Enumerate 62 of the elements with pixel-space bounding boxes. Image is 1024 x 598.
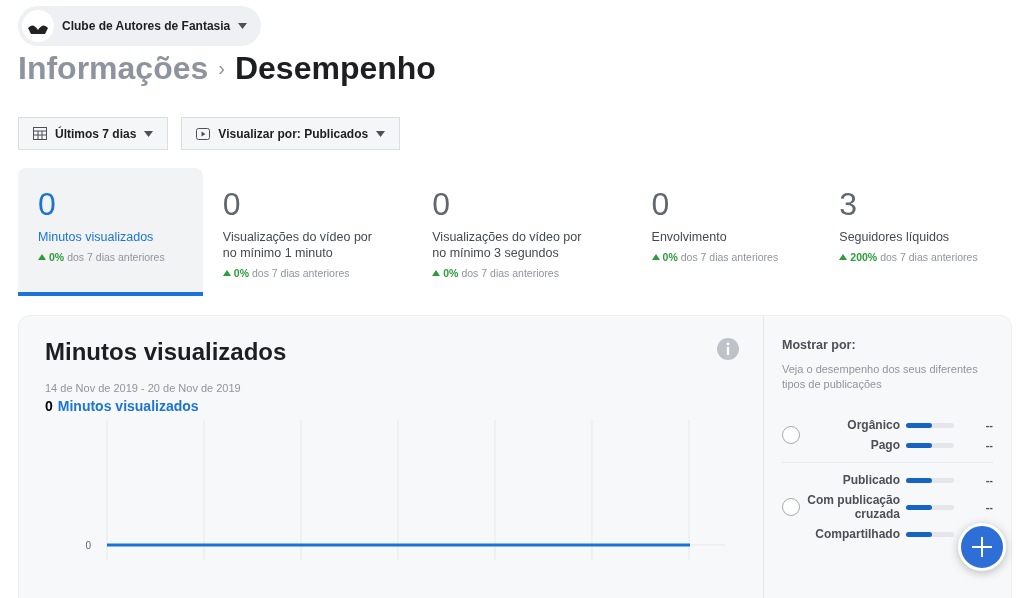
metric-value: 3 <box>839 186 859 223</box>
metric-value: 0 <box>38 186 57 223</box>
page-selector[interactable]: Clube de Autores de Fantasia <box>18 6 262 46</box>
calendar-icon <box>33 127 47 140</box>
row-value: -- <box>985 419 993 431</box>
metric-tab[interactable]: 3 Seguidores líquidos 200% dos 7 dias anteriores <box>819 168 1012 296</box>
row-label: Pago <box>869 438 900 452</box>
info-icon[interactable] <box>717 338 739 360</box>
row-value: -- <box>985 501 993 513</box>
up-arrow-icon <box>651 254 660 260</box>
filter-dropdown[interactable]: Visualizar por: Publicados <box>181 117 401 150</box>
metric-tab[interactable]: 0 Minutos visualizados 0% dos 7 dias anteriores <box>18 168 203 296</box>
metric-label: Visualizações do vídeo por no mínimo 3 segundos <box>432 229 583 261</box>
show-by-title: Mostrar por: <box>782 338 857 352</box>
caret-icon <box>144 130 154 137</box>
metric-tab[interactable]: 0 Envolvimento 0% dos 7 dias anteriores <box>631 168 820 296</box>
metric-label: Minutos visualizados <box>38 229 155 245</box>
row-label: Orgânico <box>846 418 900 432</box>
row-label: Com publicação cruzada <box>806 493 900 521</box>
chart-title: Minutos visualizados <box>45 338 287 366</box>
metric-value: 0 <box>222 186 242 223</box>
up-arrow-icon <box>839 254 848 260</box>
change-percent: 200% <box>850 251 878 263</box>
show-by-description: Veja o desempenho dos seus diferentes tipos de publicações <box>782 362 979 392</box>
metric-label: Visualizações do vídeo por no mínimo 1 minuto <box>222 229 373 261</box>
plus-icon <box>972 537 992 557</box>
row-value: -- <box>985 474 993 486</box>
row-label: Compartilhado <box>814 527 900 541</box>
metric-label: Envolvimento <box>651 229 728 245</box>
page-avatar-icon <box>22 10 54 42</box>
caret-icon <box>238 23 248 29</box>
breadcrumb-separator: › <box>218 57 225 80</box>
axis-tick-label: 0 <box>85 540 91 551</box>
comparison-text: dos 7 dias anteriores <box>67 251 165 263</box>
metric-value: 0 <box>651 186 671 223</box>
play-icon <box>196 127 211 140</box>
comparison-text: dos 7 dias anteriores <box>880 251 978 263</box>
change-percent: 0% <box>233 267 249 279</box>
metric-value: 0 <box>432 186 452 223</box>
total-value: 0 <box>45 398 53 414</box>
change-percent: 0% <box>49 251 65 263</box>
metric-label: Seguidores líquidos <box>839 229 951 245</box>
change-percent: 0% <box>662 251 678 263</box>
row-label: Publicado <box>841 473 900 487</box>
comparison-text: dos 7 dias anteriores <box>461 267 559 279</box>
up-arrow-icon <box>222 270 231 276</box>
up-arrow-icon <box>432 270 441 276</box>
comparison-text: dos 7 dias anteriores <box>680 251 779 263</box>
date-range: 14 de Nov de 2019 - 20 de Nov de 2019 <box>45 382 242 394</box>
comparison-text: dos 7 dias anteriores <box>252 267 350 279</box>
radio-button[interactable] <box>782 426 800 444</box>
row-value: -- <box>985 439 993 451</box>
up-arrow-icon <box>38 254 46 260</box>
page-name: Clube de Autores de Fantasia <box>62 19 231 33</box>
metric-tab[interactable]: 0 Visualizações do vídeo por no mínimo 1 minuto 0% dos 7 dias anteriores <box>202 168 413 296</box>
page-title: Desempenho <box>234 50 436 87</box>
caret-icon <box>376 130 386 137</box>
change-percent: 0% <box>443 267 459 279</box>
radio-button[interactable] <box>782 498 800 516</box>
metric-tab[interactable]: 0 Visualizações do vídeo por no mínimo 3 segundos 0% dos 7 dias anteriores <box>412 168 632 296</box>
filter-dropdown[interactable]: Últimos 7 dias <box>18 117 169 150</box>
metric-link[interactable]: Minutos visualizados <box>57 398 199 414</box>
